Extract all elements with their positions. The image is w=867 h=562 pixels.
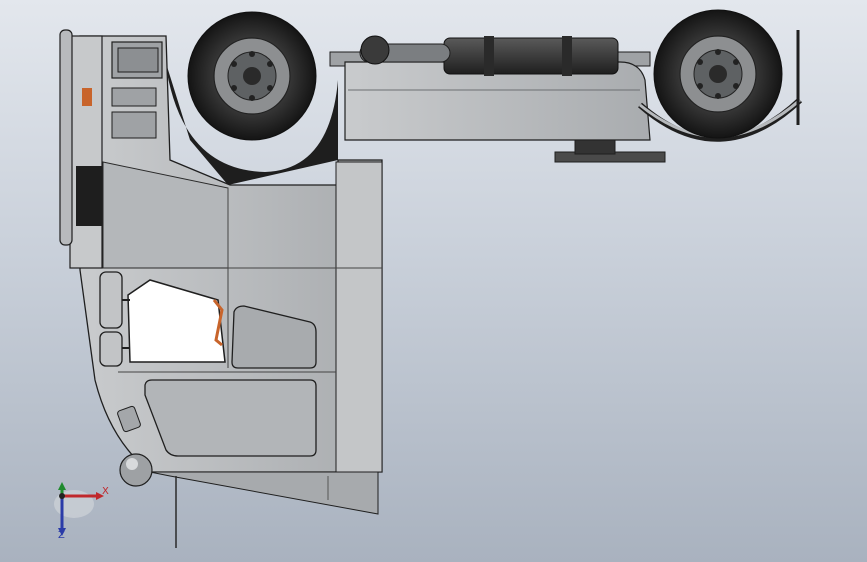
coordinate-triad — [54, 482, 104, 536]
rear-wheel — [653, 9, 783, 139]
triad-x-label: X — [102, 486, 109, 497]
front-wheel — [187, 11, 317, 141]
truck-model-view[interactable] — [0, 0, 867, 562]
triad-z-label: Z — [58, 530, 65, 541]
graphics-viewport[interactable]: X Z — [0, 0, 867, 562]
